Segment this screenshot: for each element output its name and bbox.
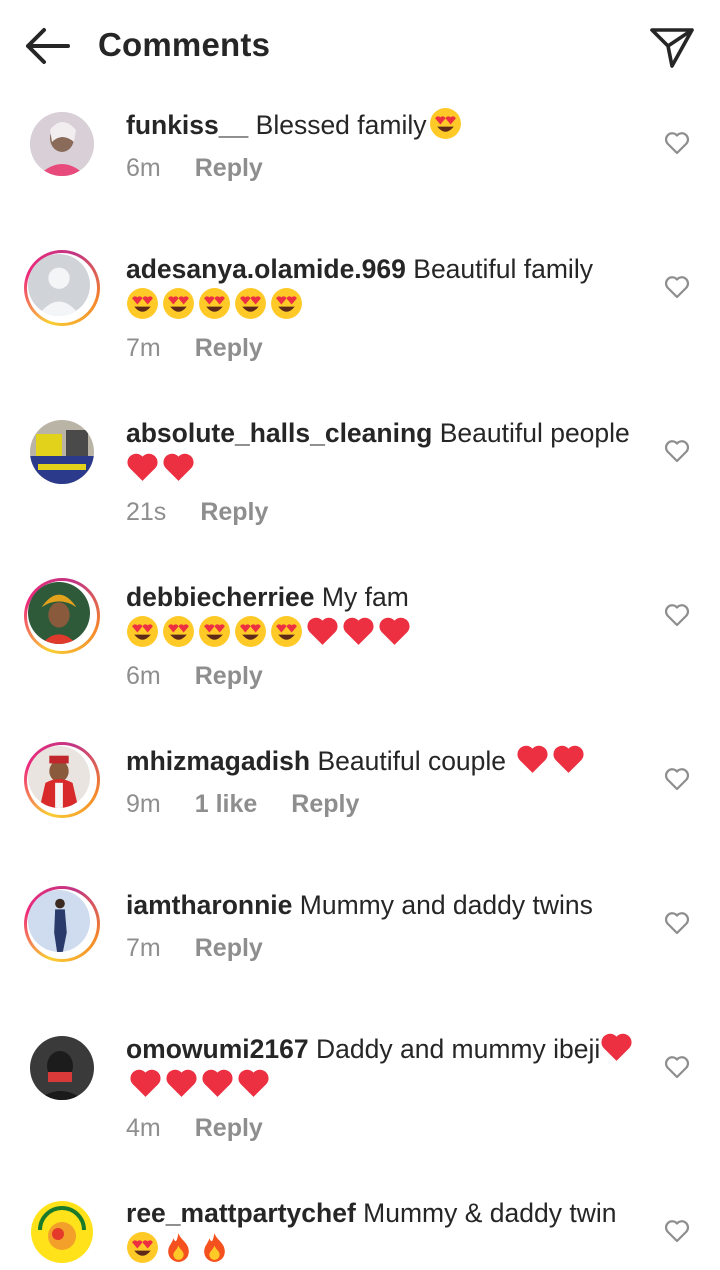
red-heart-emoji-icon [238, 1069, 269, 1097]
reply-button[interactable]: Reply [200, 498, 268, 526]
comment-time: 6m [126, 662, 161, 690]
comment-meta: 6m Reply [126, 662, 297, 691]
comment-text: iamtharonnie Mummy and daddy twins [126, 887, 646, 923]
comment-username[interactable]: adesanya.olamide.969 [126, 254, 406, 284]
fire-emoji-icon [168, 1233, 189, 1262]
red-heart-emoji-icon [127, 453, 158, 481]
comment-time: 7m [126, 934, 161, 962]
red-heart-emoji-icon [343, 617, 374, 645]
comment-time: 6m [126, 154, 161, 182]
comment-username[interactable]: mhizmagadish [126, 746, 310, 776]
avatar[interactable] [24, 1030, 100, 1106]
heart-icon[interactable] [664, 911, 690, 935]
reply-button[interactable]: Reply [291, 790, 359, 818]
comment-username[interactable]: omowumi2167 [126, 1034, 309, 1064]
heart-icon[interactable] [664, 1055, 690, 1079]
comment-body: Mummy & daddy twin [363, 1198, 617, 1228]
comment-text: ree_mattpartychef Mummy & daddy twin [126, 1195, 646, 1267]
comment-username[interactable]: absolute_halls_cleaning [126, 418, 432, 448]
heart-eyes-emoji-icon [271, 616, 302, 647]
heart-icon[interactable] [664, 1219, 690, 1243]
avatar[interactable] [24, 106, 100, 182]
heart-eyes-emoji-icon [235, 288, 266, 319]
avatar[interactable] [24, 414, 100, 490]
heart-icon[interactable] [664, 439, 690, 463]
comment-username[interactable]: debbiecherriee [126, 582, 315, 612]
red-heart-emoji-icon [307, 617, 338, 645]
heart-icon[interactable] [664, 131, 690, 155]
comment-meta: 9m 1 like Reply [126, 790, 393, 819]
page-title: Comments [98, 26, 271, 63]
comment-meta: 7m Reply [126, 934, 297, 963]
comment-time: 21s [126, 498, 167, 526]
red-heart-emoji-icon [130, 1069, 161, 1097]
heart-eyes-emoji-icon [163, 288, 194, 319]
reply-button[interactable]: Reply [195, 334, 263, 362]
reply-button[interactable]: Reply [195, 662, 263, 690]
comment-body: Beautiful people [439, 418, 630, 448]
red-heart-emoji-icon [202, 1069, 233, 1097]
comment-text: omowumi2167 Daddy and mummy ibeji [126, 1031, 646, 1103]
fire-emoji-icon [204, 1233, 225, 1262]
comment-meta: 6m Reply [126, 154, 297, 183]
red-heart-emoji-icon [553, 745, 584, 773]
comment-body: Beautiful couple [317, 746, 507, 776]
avatar[interactable] [24, 886, 100, 962]
paper-plane-icon[interactable] [648, 24, 696, 70]
avatar[interactable] [24, 578, 100, 654]
avatar[interactable] [24, 250, 100, 326]
arrow-left-icon[interactable] [22, 26, 72, 66]
comment-username[interactable]: ree_mattpartychef [126, 1198, 356, 1228]
avatar[interactable] [24, 742, 100, 818]
comment-time: 4m [126, 1114, 161, 1142]
comment-meta: 21s Reply [126, 498, 302, 527]
comment-body: Mummy and daddy twins [299, 890, 593, 920]
reply-button[interactable]: Reply [195, 154, 263, 182]
comment-text: absolute_halls_cleaning Beautiful people [126, 415, 646, 487]
heart-icon[interactable] [664, 767, 690, 791]
comment-text: debbiecherriee My fam [126, 579, 646, 651]
comment-body: Daddy and mummy ibeji [316, 1034, 601, 1064]
comment-body: My fam [321, 582, 409, 612]
reply-button[interactable]: Reply [195, 1114, 263, 1142]
comment-text: adesanya.olamide.969 Beautiful family [126, 251, 646, 323]
red-heart-emoji-icon [379, 617, 410, 645]
heart-eyes-emoji-icon [199, 288, 230, 319]
comment-meta: 4m Reply [126, 1114, 297, 1143]
heart-eyes-emoji-icon [271, 288, 302, 319]
likes-count[interactable]: 1 like [195, 790, 258, 818]
reply-button[interactable]: Reply [195, 934, 263, 962]
comment-text: funkiss__ Blessed family [126, 107, 646, 143]
comment-meta: 7m Reply [126, 334, 297, 363]
heart-eyes-emoji-icon [163, 616, 194, 647]
heart-eyes-emoji-icon [127, 288, 158, 319]
heart-eyes-emoji-icon [127, 616, 158, 647]
red-heart-emoji-icon [601, 1033, 632, 1061]
top-bar: Comments [0, 0, 720, 92]
comment-body: Blessed family [255, 110, 427, 140]
comment-username[interactable]: funkiss__ [126, 110, 248, 140]
comment-time: 9m [126, 790, 161, 818]
comment-time: 7m [126, 334, 161, 362]
red-heart-emoji-icon [517, 745, 548, 773]
heart-icon[interactable] [664, 275, 690, 299]
heart-eyes-emoji-icon [235, 616, 266, 647]
heart-eyes-emoji-icon [430, 108, 462, 139]
heart-icon[interactable] [664, 603, 690, 627]
comment-username[interactable]: iamtharonnie [126, 890, 292, 920]
red-heart-emoji-icon [163, 453, 194, 481]
avatar[interactable] [24, 1194, 100, 1270]
heart-eyes-emoji-icon [127, 1232, 158, 1263]
red-heart-emoji-icon [166, 1069, 197, 1097]
comment-text: mhizmagadish Beautiful couple [126, 743, 646, 779]
heart-eyes-emoji-icon [199, 616, 230, 647]
comment-body: Beautiful family [413, 254, 593, 284]
